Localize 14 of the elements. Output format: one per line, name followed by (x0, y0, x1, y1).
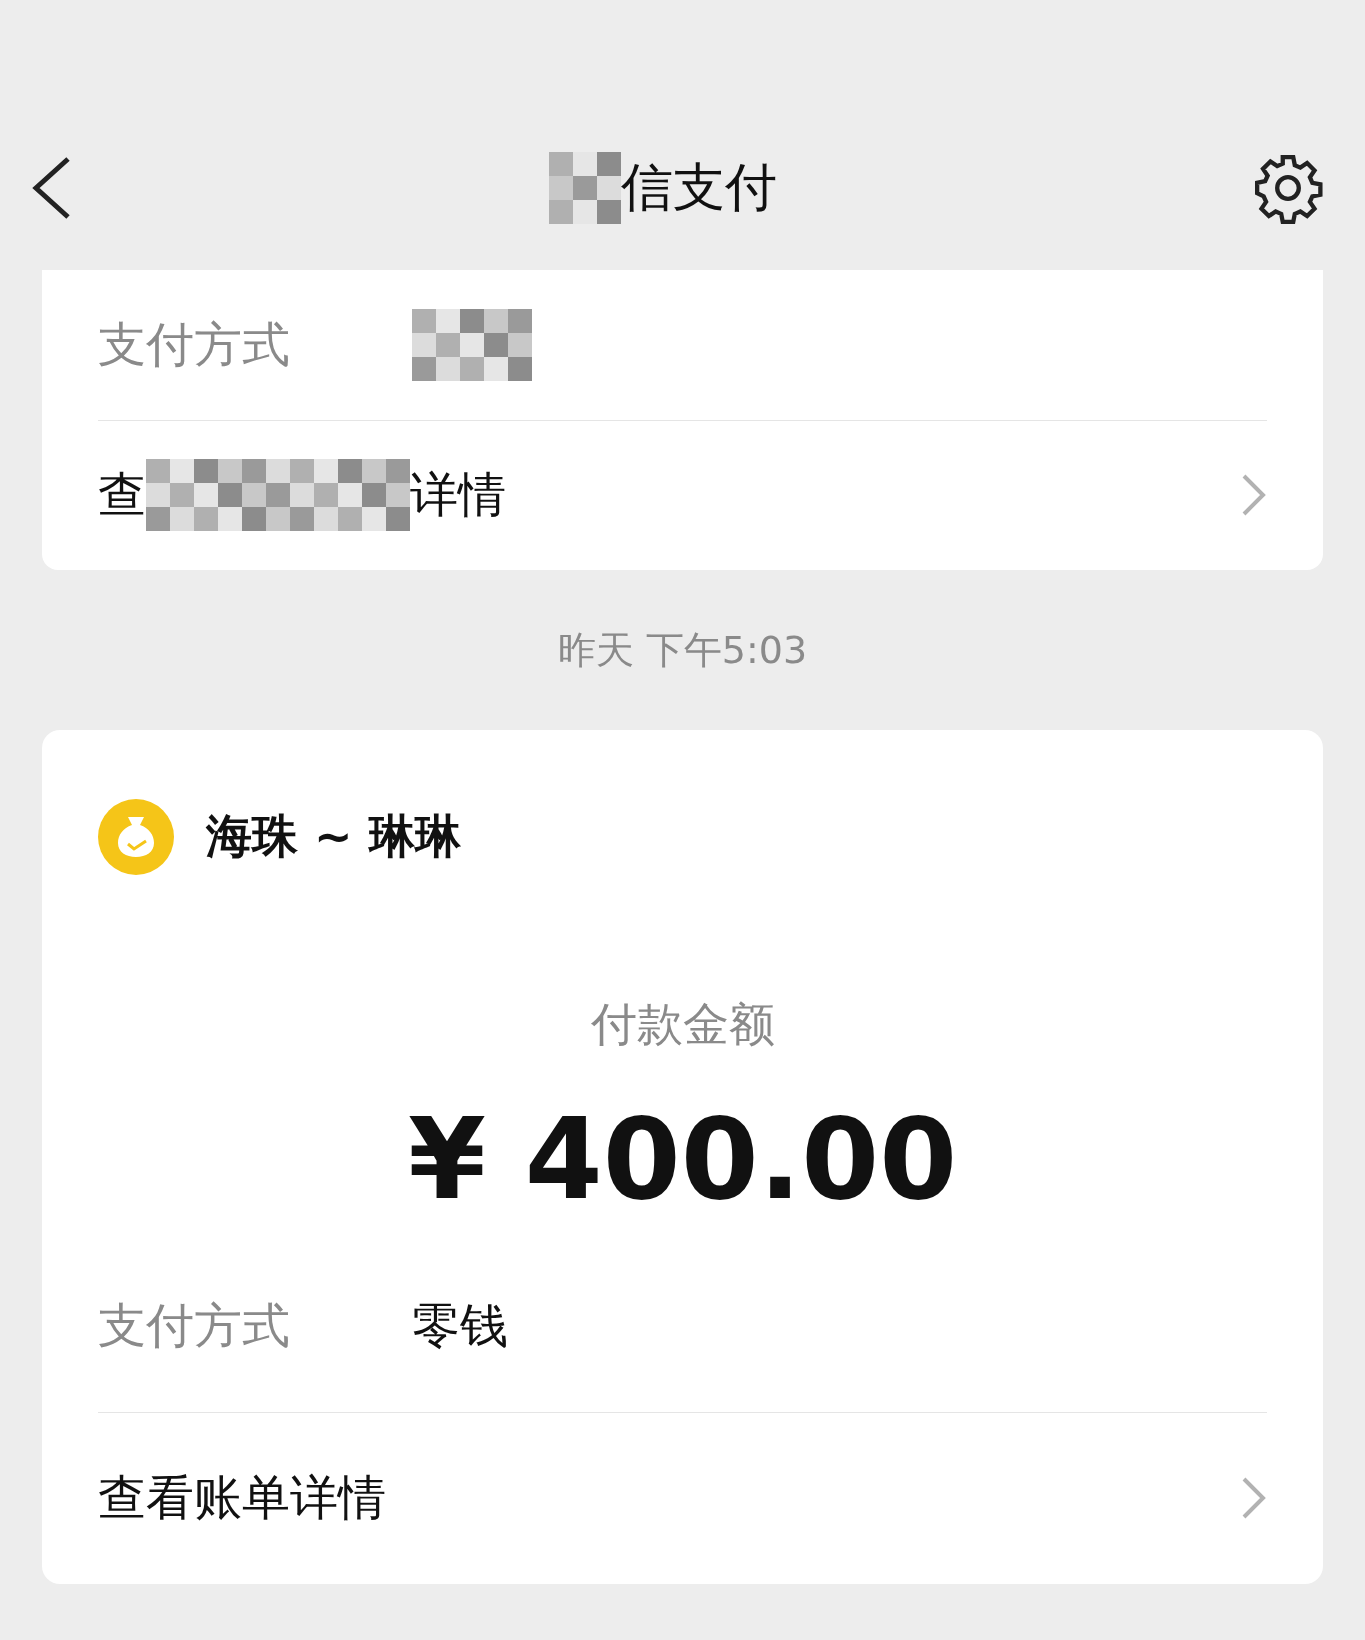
amount-label: 付款金额 (589, 996, 776, 1054)
chevron-right-icon (1241, 473, 1267, 518)
field-label: 支付方式 (98, 1295, 291, 1355)
page-title: 信支付 (620, 156, 777, 219)
merchant-name: 海珠 ~ 琳琳 (206, 808, 461, 866)
money-bag-icon (98, 799, 174, 876)
link-text[interactable]: 详情 (410, 463, 506, 528)
timestamp: 昨天 下午5:03 (557, 626, 808, 674)
link-text[interactable]: 查 (98, 463, 146, 528)
payment-amount: ¥ 400.00 (406, 1094, 959, 1227)
field-label: 支付方式 (98, 314, 291, 374)
field-value: 零钱 (412, 1295, 508, 1355)
view-bill-link[interactable]: 查看账单详情 (98, 1466, 1241, 1531)
chevron-right-icon (1241, 1476, 1267, 1521)
